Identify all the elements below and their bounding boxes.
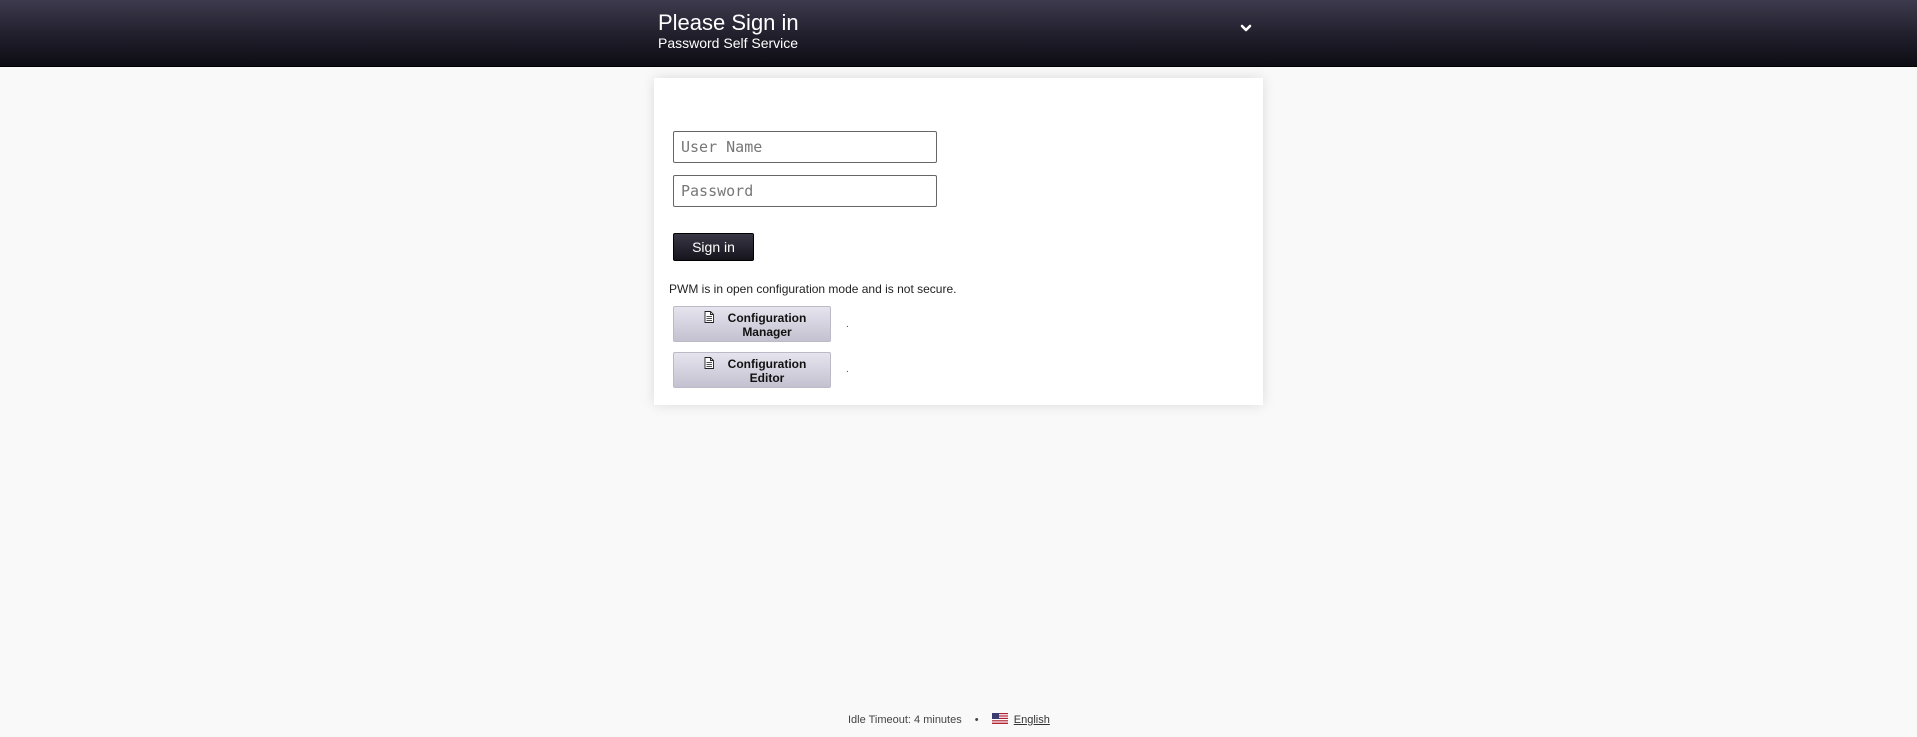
manager-description: .	[846, 319, 849, 330]
header-menu-button[interactable]	[1236, 18, 1256, 38]
sign-in-button[interactable]: Sign in	[673, 233, 754, 261]
chevron-down-icon	[1240, 24, 1252, 32]
footer: Idle Timeout: 4 minutes • English	[0, 713, 1917, 729]
open-config-notice: PWM is in open configuration mode and is…	[669, 282, 957, 296]
login-panel: Sign in PWM is in open configuration mod…	[654, 78, 1263, 405]
configuration-editor-label: Configuration Editor	[727, 357, 807, 385]
footer-content: Idle Timeout: 4 minutes • English	[848, 713, 1050, 726]
editor-description: .	[846, 364, 849, 375]
password-input[interactable]	[673, 175, 937, 207]
page-subtitle: Password Self Service	[658, 35, 799, 51]
idle-timeout-text: Idle Timeout: 4 minutes	[848, 714, 962, 726]
header-bar: Please Sign in Password Self Service	[0, 0, 1917, 67]
language-link[interactable]: English	[1014, 714, 1050, 726]
username-input[interactable]	[673, 131, 937, 163]
configuration-editor-button[interactable]: Configuration Editor	[673, 352, 831, 388]
configuration-manager-button[interactable]: Configuration Manager	[673, 306, 831, 342]
header-content: Please Sign in Password Self Service	[658, 8, 1258, 58]
us-flag-icon	[991, 713, 1008, 724]
page-title: Please Sign in	[658, 10, 799, 35]
footer-separator: •	[974, 714, 979, 726]
configuration-manager-label: Configuration Manager	[727, 311, 807, 339]
